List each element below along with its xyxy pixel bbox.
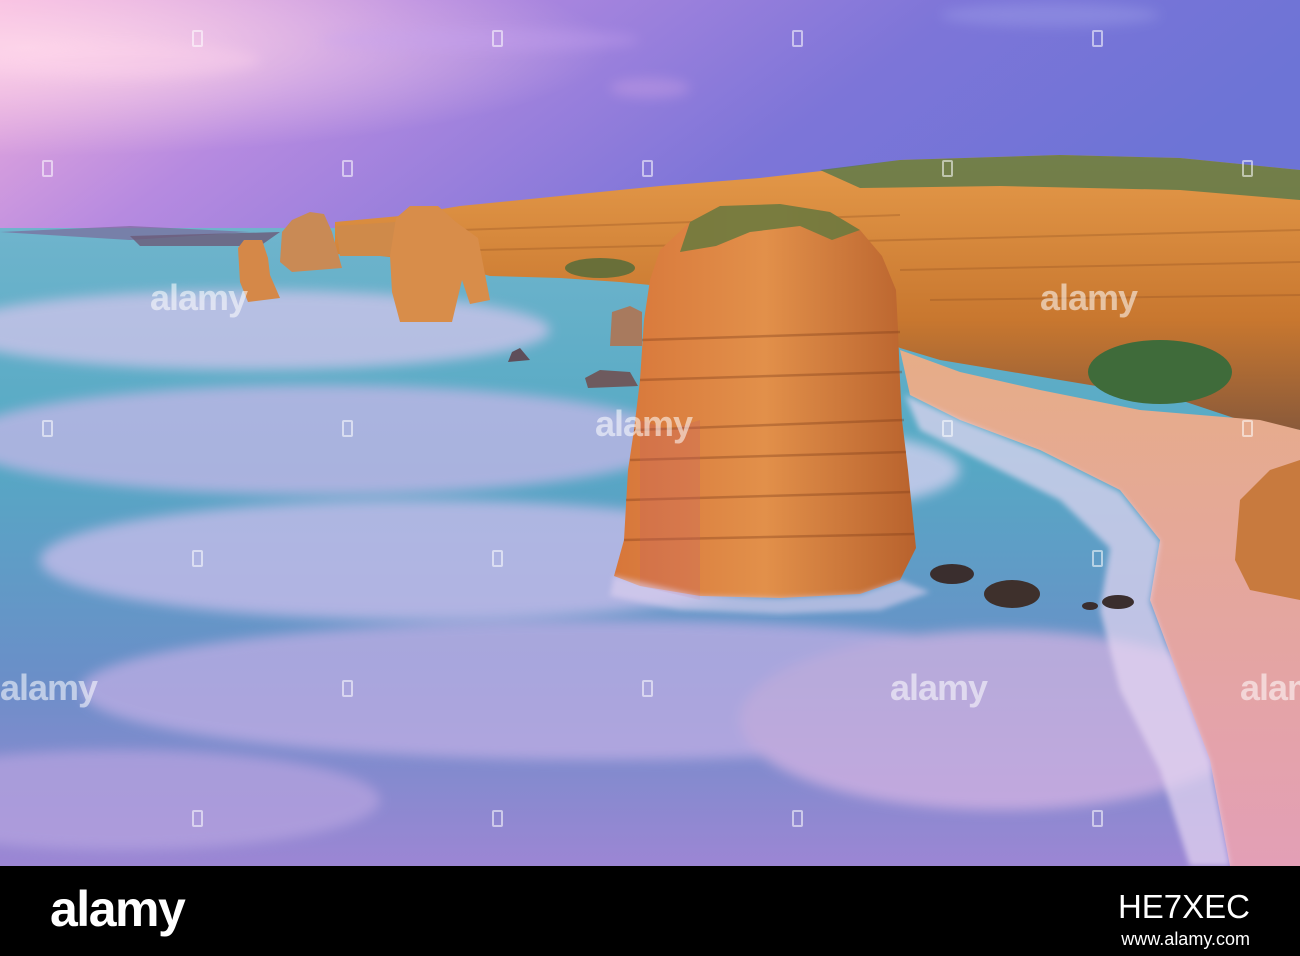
footer-bar: alamy HE7XEC www.alamy.com [0,866,1300,956]
watermark-dot-icon [192,30,203,47]
watermark-dot-icon [342,160,353,177]
watermark: alamy [595,403,693,444]
watermark-dot-icon [492,30,503,47]
image-code: HE7XEC [1117,888,1250,925]
watermark-dot-icon [1242,420,1253,437]
watermark-dot-icon [1242,160,1253,177]
watermark-dot-icon [1092,30,1103,47]
watermark-dot-icon [42,160,53,177]
watermark-dot-icon [342,420,353,437]
watermark-dot-icon [1092,550,1103,567]
watermark-dot-icon [42,420,53,437]
watermark-dot-icon [792,810,803,827]
watermark: alamy [1240,667,1300,708]
watermark-dot-icon [342,680,353,697]
watermark-dot-icon [492,810,503,827]
watermark-dot-icon [942,160,953,177]
watermark: alamy [0,667,98,708]
watermark: alamy [890,667,988,708]
watermark-dot-icon [642,680,653,697]
watermark-dot-icon [792,30,803,47]
site-url: www.alamy.com [1121,929,1250,949]
watermark-dot-icon [192,550,203,567]
watermark-dot-icon [642,160,653,177]
watermark-dot-icon [192,810,203,827]
watermark-dot-icon [942,420,953,437]
watermark: alamy [150,277,248,318]
stock-photo: alamy alamy alamy alamy alamy alamy [0,0,1300,866]
alamy-logo: alamy [50,881,186,937]
watermark-dot-icon [1092,810,1103,827]
watermark-dot-icon [492,550,503,567]
watermark: alamy [1040,277,1138,318]
